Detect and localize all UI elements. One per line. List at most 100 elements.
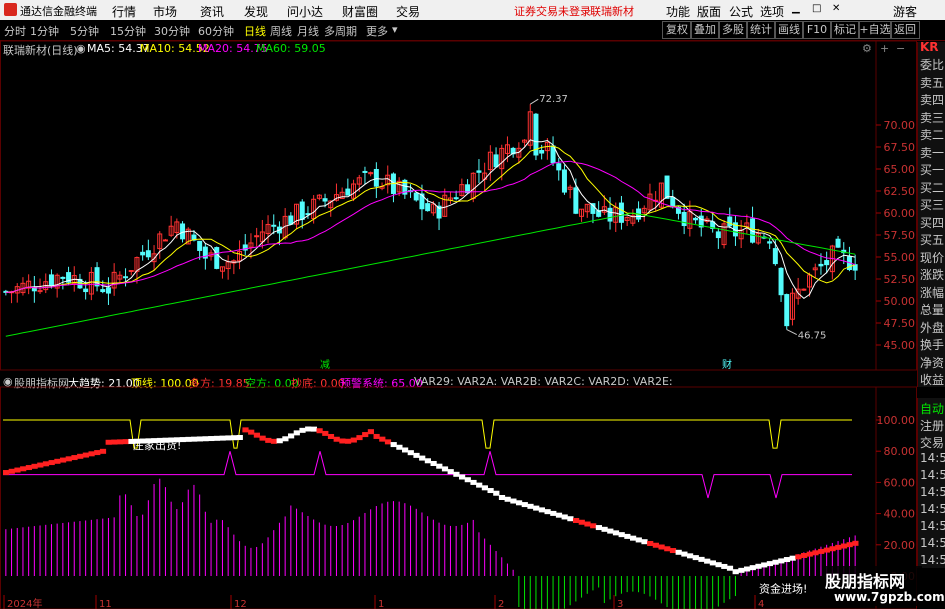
period-tab-1min[interactable]: 1分钟 xyxy=(30,23,59,39)
candle-down xyxy=(373,168,379,187)
trend-block xyxy=(544,509,551,515)
trend-block xyxy=(270,438,278,444)
statistics-button[interactable]: 统计 xyxy=(746,21,776,39)
candle-up xyxy=(801,288,807,291)
quote-row-label: 收益 xyxy=(920,373,945,387)
trend-block xyxy=(481,485,488,491)
menu-item-layout[interactable]: 版面 xyxy=(697,3,721,20)
main-panel-frame xyxy=(0,40,917,371)
trend-block xyxy=(362,432,369,438)
trend-block xyxy=(527,503,534,509)
minimize-icon[interactable]: ▁ xyxy=(792,3,800,14)
app-logo-icon xyxy=(4,3,17,16)
period-tab-daily[interactable]: 日线 xyxy=(244,23,266,39)
add-watchlist-button[interactable]: +自选 xyxy=(858,21,892,39)
menu-item-function[interactable]: 功能 xyxy=(666,3,690,20)
trend-block xyxy=(612,530,620,536)
close-icon[interactable]: ✕ xyxy=(832,3,840,14)
trend-block xyxy=(698,556,705,562)
trend-block xyxy=(658,544,665,550)
trend-block xyxy=(584,521,591,527)
chevron-down-icon[interactable]: ▾ xyxy=(392,23,398,36)
stock-code: KR xyxy=(920,40,939,54)
candle-down xyxy=(772,248,778,265)
period-tab-weekly[interactable]: 周线 xyxy=(270,23,292,39)
menu-item-market[interactable]: 市场 xyxy=(153,3,177,20)
trend-block xyxy=(71,455,78,461)
candle-up xyxy=(254,235,260,238)
guest-user[interactable]: 游客 xyxy=(893,3,917,20)
candle-down xyxy=(715,231,721,239)
trend-block xyxy=(42,461,50,467)
trend-block xyxy=(618,532,625,538)
menu-item-trade[interactable]: 交易 xyxy=(396,3,420,20)
indicator-tick-label: 80.00 xyxy=(884,445,916,458)
multi-stock-button[interactable]: 多股 xyxy=(718,21,748,39)
trend-block xyxy=(305,426,312,432)
menu-item-formula[interactable]: 公式 xyxy=(729,3,753,20)
menu-item-options[interactable]: 选项 xyxy=(760,3,784,20)
watermark: 股朋指标网 www.7gpzb.com xyxy=(822,566,945,606)
period-tab-5min[interactable]: 5分钟 xyxy=(70,23,99,39)
trend-block xyxy=(715,562,722,568)
candle-down xyxy=(784,294,790,327)
login-status[interactable]: 证券交易未登录 xyxy=(514,3,591,19)
period-tab-monthly[interactable]: 月线 xyxy=(297,23,319,39)
back-button[interactable]: 返回 xyxy=(890,21,920,39)
indicator-tick-label: 20.00 xyxy=(884,539,916,552)
high-pointer xyxy=(529,98,539,105)
trend-block xyxy=(191,436,198,442)
maximize-icon[interactable]: □ xyxy=(812,3,821,14)
quote-row-label: 买五 xyxy=(920,233,945,247)
period-tab-more[interactable]: 更多 xyxy=(366,23,388,39)
period-tab-multi[interactable]: 多周期 xyxy=(324,23,357,39)
trend-block xyxy=(704,558,711,564)
quote-row-label: 总量 xyxy=(920,303,945,317)
low-price-label: 46.75 xyxy=(798,331,827,342)
quote-row-label: 买四 xyxy=(920,215,945,230)
f10-button[interactable]: F10 xyxy=(802,21,832,39)
draw-line-button[interactable]: 画线 xyxy=(774,21,804,39)
trend-block xyxy=(721,563,728,569)
trend-block xyxy=(402,447,409,453)
period-tab-30min[interactable]: 30分钟 xyxy=(154,23,190,39)
period-tab-timeshare[interactable]: 分时 xyxy=(4,23,26,39)
candle-down xyxy=(48,274,54,287)
low-pointer xyxy=(786,329,797,336)
menu-item-wealth-circle[interactable]: 财富圈 xyxy=(342,3,378,20)
trend-block xyxy=(37,462,44,468)
trend-block xyxy=(510,498,517,504)
trend-block xyxy=(840,543,848,549)
trend-block xyxy=(852,540,859,546)
period-tab-60min[interactable]: 60分钟 xyxy=(198,23,234,39)
trend-block xyxy=(561,514,568,520)
candle-down xyxy=(322,198,328,202)
trend-block xyxy=(122,439,129,445)
menu-item-discover[interactable]: 发现 xyxy=(244,3,268,20)
restore-rights-button[interactable]: 复权 xyxy=(662,21,692,39)
candle-down xyxy=(664,175,670,199)
watermark-title: 股朋指标网 xyxy=(825,572,906,591)
indicator-tick-label: 60.00 xyxy=(884,476,916,489)
mark-button[interactable]: 标记 xyxy=(830,21,860,39)
trend-block xyxy=(185,436,192,442)
quote-row-label: 卖三 xyxy=(920,110,945,125)
menu-item-ask-xiaoda[interactable]: 问小达 xyxy=(287,3,323,20)
period-toolbar: 分时 1分钟 5分钟 15分钟 30分钟 60分钟 日线 周线 月线 多周期 更… xyxy=(0,20,945,41)
time-tick-label: 2024年 xyxy=(7,597,42,609)
overlay-button[interactable]: 叠加 xyxy=(690,21,720,39)
candle-down xyxy=(299,201,305,220)
time-tick-label: 4 xyxy=(758,599,764,609)
candle-down xyxy=(214,247,220,269)
kline-chart-area[interactable]: 70.00 67.50 65.00 62.50 60.00 57.50 55.00 52.50… xyxy=(0,40,945,609)
trend-block xyxy=(635,537,642,543)
menu-item-news[interactable]: 资讯 xyxy=(200,3,224,20)
sub-quote-row: 14:56 xyxy=(920,553,945,567)
period-tab-15min[interactable]: 15分钟 xyxy=(110,23,146,39)
menu-item-market-quotes[interactable]: 行情 xyxy=(112,3,136,20)
trend-block xyxy=(282,436,289,442)
trend-block xyxy=(470,479,477,485)
sub-quote-row: 注册 xyxy=(920,419,945,433)
trend-block xyxy=(8,468,15,474)
trend-block xyxy=(299,427,306,433)
